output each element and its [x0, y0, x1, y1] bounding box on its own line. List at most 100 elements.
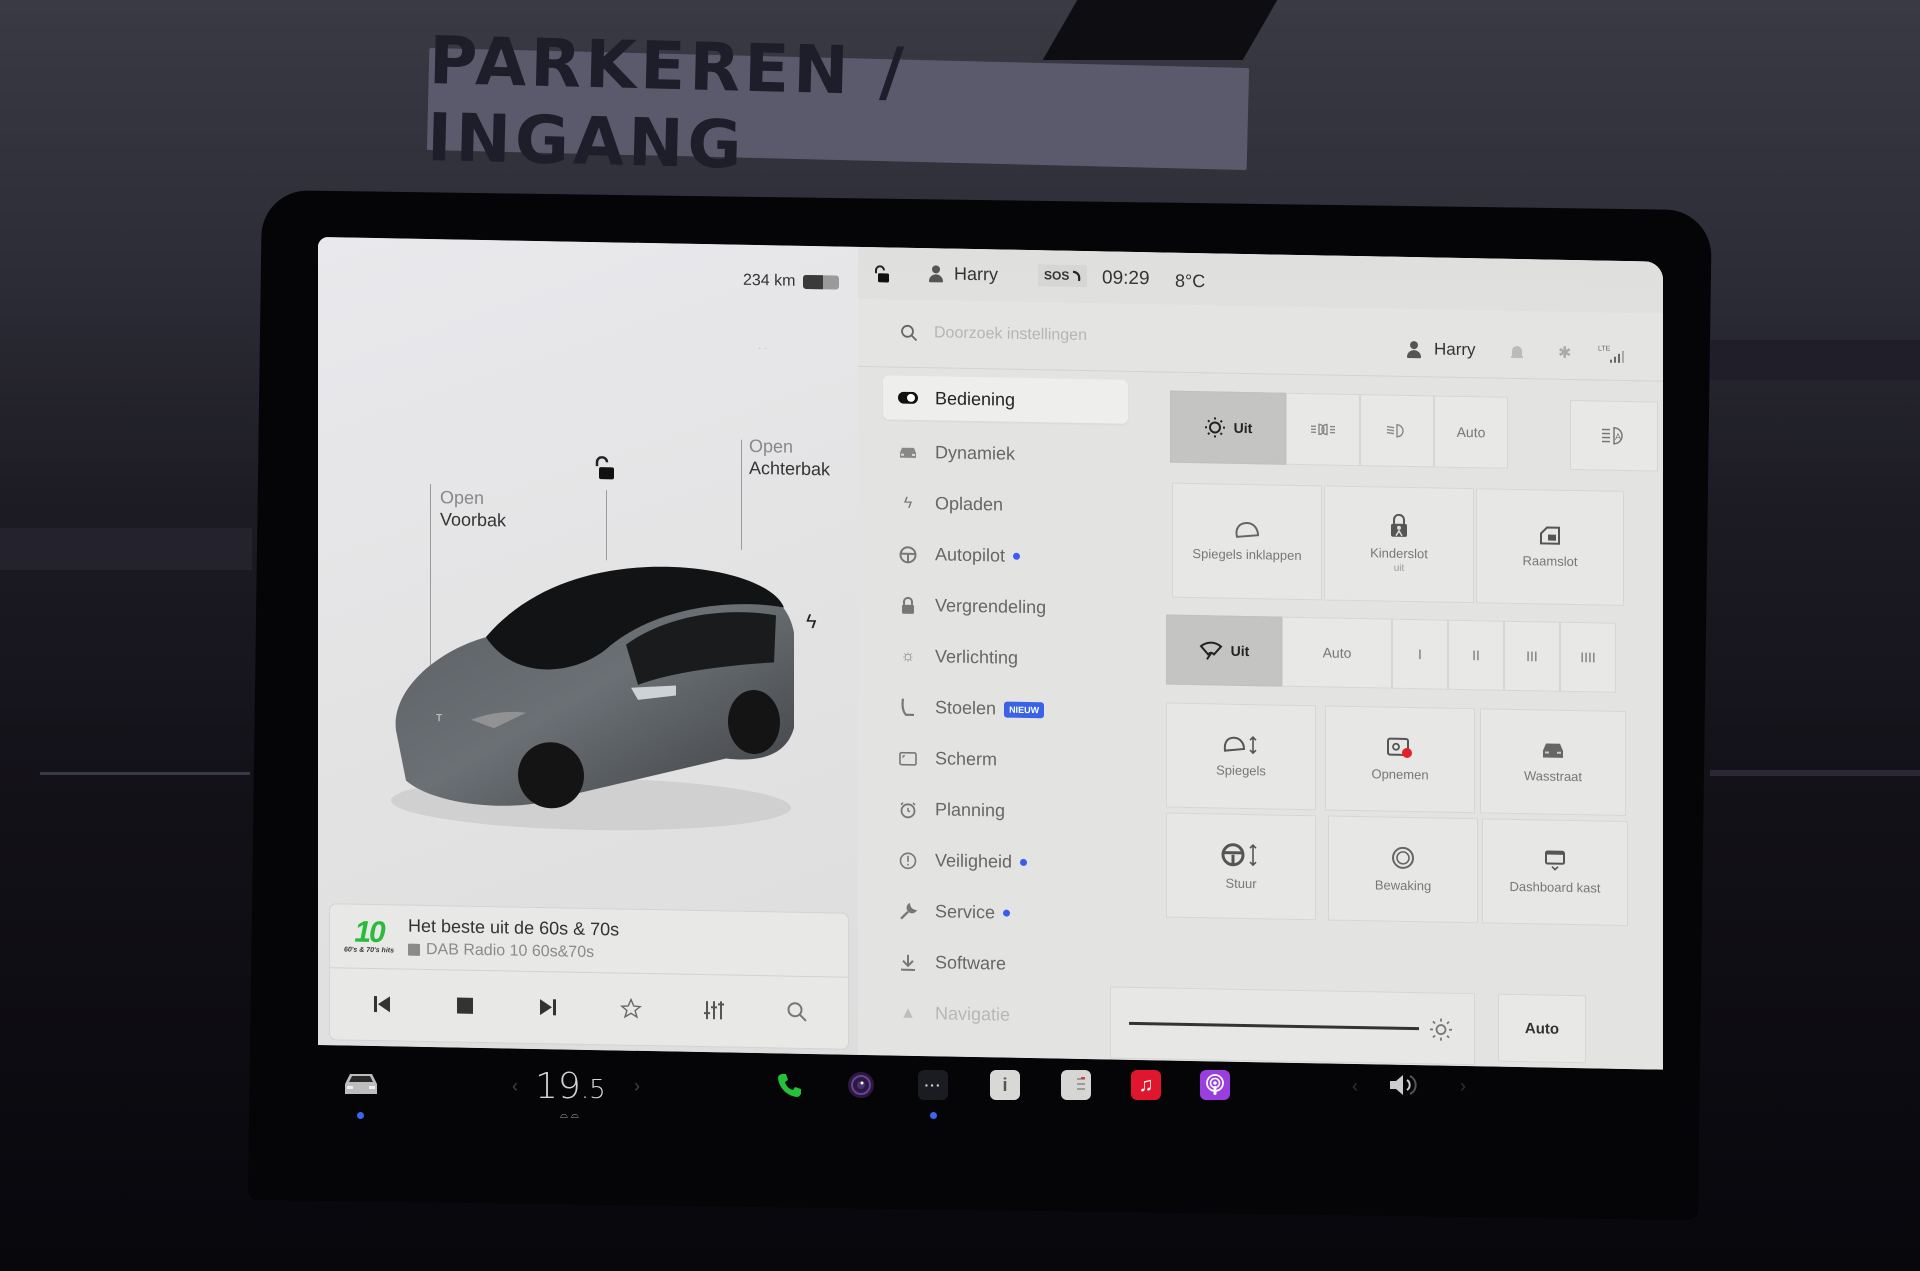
- menu-item-stoelen[interactable]: Stoelen NIEUW: [883, 681, 1128, 736]
- parking-lights-option[interactable]: [1286, 392, 1360, 467]
- podcasts-app-button[interactable]: [1200, 1070, 1230, 1100]
- car-front-icon: [897, 441, 919, 463]
- dashcam-record-button[interactable]: Opnemen: [1325, 705, 1475, 814]
- sentry-mode-button[interactable]: Bewaking: [1328, 815, 1478, 924]
- active-indicator-dot: [357, 1112, 364, 1119]
- menu-item-software[interactable]: Software: [883, 936, 1128, 991]
- wipers-off-label: Uit: [1230, 642, 1250, 660]
- temp-up-button[interactable]: ›: [634, 1076, 640, 1097]
- previous-button[interactable]: [362, 984, 402, 1025]
- menu-item-service[interactable]: Service: [883, 885, 1128, 940]
- window-lock-button[interactable]: Raamslot: [1476, 488, 1624, 606]
- sos-button[interactable]: SOS: [1038, 264, 1088, 288]
- open-frunk-button[interactable]: Open Voorbak: [440, 486, 506, 531]
- clock: 09:29: [1102, 267, 1150, 290]
- speaker-icon: [1390, 1075, 1417, 1095]
- radio-icon: [408, 943, 420, 956]
- parking-sign: PARKEREN / INGANG: [426, 22, 1250, 184]
- wipers-auto-option[interactable]: Auto: [1282, 616, 1392, 689]
- temp-down-button[interactable]: ‹: [512, 1076, 518, 1097]
- camera-icon: [848, 1072, 874, 1098]
- charge-port-icon[interactable]: ϟ: [806, 611, 817, 634]
- notification-bell-icon[interactable]: [1510, 344, 1524, 360]
- next-button[interactable]: [528, 987, 568, 1028]
- equalizer-button[interactable]: [694, 990, 734, 1031]
- search-icon: [787, 1002, 807, 1022]
- driver-profile[interactable]: Harry: [928, 263, 998, 285]
- menu-item-label: Scherm: [935, 748, 998, 770]
- notification-dot: [1003, 909, 1011, 917]
- vehicle-3d-image[interactable]: T: [376, 540, 796, 838]
- menu-item-label: Verlichting: [935, 646, 1019, 668]
- wall-stripe: [1710, 770, 1920, 776]
- open-trunk-button[interactable]: Open Achterbak: [749, 435, 830, 480]
- phone-app-button[interactable]: [775, 1070, 805, 1100]
- menu-item-veiligheid[interactable]: Veiligheid: [883, 834, 1128, 889]
- car-view-pane: 234 km · · Open Voorbak Open Achterbak ϟ: [318, 237, 858, 1055]
- defrost-icons[interactable]: ⌓⌓: [560, 1110, 582, 1121]
- glovebox-button[interactable]: Dashboard kast: [1482, 818, 1628, 927]
- menu-item-opladen[interactable]: ϟ Opladen: [883, 477, 1128, 532]
- stop-icon: [456, 997, 473, 1014]
- person-icon: [928, 265, 944, 282]
- settings-search-input[interactable]: [934, 320, 1294, 353]
- more-apps-button[interactable]: ···: [918, 1070, 948, 1100]
- bluetooth-icon[interactable]: ✱: [1558, 343, 1571, 363]
- stop-button[interactable]: [445, 985, 485, 1026]
- music-app-button[interactable]: ♫: [1131, 1070, 1161, 1100]
- car-wash-button[interactable]: Wasstraat: [1480, 708, 1626, 816]
- child-lock-button[interactable]: Kinderslot uit: [1324, 485, 1474, 604]
- menu-item-bediening[interactable]: Bediening: [883, 375, 1128, 424]
- child-lock-label: Kinderslot: [1370, 544, 1428, 561]
- media-search-button[interactable]: [777, 991, 817, 1032]
- media-now-playing[interactable]: 10 60's & 70's hits Het beste uit de 60s…: [330, 904, 848, 978]
- notification-dot: [1020, 858, 1028, 866]
- lock-status-icon[interactable]: [873, 265, 891, 283]
- menu-item-verlichting[interactable]: ☼ Verlichting: [883, 630, 1128, 685]
- wipers-speed-4[interactable]: IIII: [1560, 621, 1616, 693]
- wipers-speed-2[interactable]: II: [1448, 619, 1504, 691]
- display-icon: [897, 747, 919, 769]
- auto-high-beam-button[interactable]: A: [1570, 399, 1658, 472]
- wall-stripe: [0, 528, 252, 570]
- phone-icon: [778, 1074, 801, 1097]
- favorite-button[interactable]: [611, 988, 651, 1029]
- media-source: DAB Radio 10 60s&70s: [408, 941, 619, 963]
- menu-item-navigatie[interactable]: ▲ Navigatie: [883, 987, 1128, 1042]
- volume-down-button[interactable]: ‹: [1352, 1076, 1358, 1097]
- steering-adjust-button[interactable]: Stuur: [1166, 812, 1316, 921]
- low-beam-option[interactable]: [1360, 394, 1434, 468]
- brightness-track[interactable]: [1129, 1021, 1419, 1031]
- car-controls-button[interactable]: [342, 1070, 380, 1098]
- menu-item-scherm[interactable]: Scherm: [883, 732, 1128, 787]
- menu-item-planning[interactable]: Planning: [883, 783, 1128, 838]
- glovebox-label: Dashboard kast: [1509, 878, 1601, 896]
- wipers-off-option[interactable]: Uit: [1166, 614, 1282, 687]
- wipers-speed-3[interactable]: III: [1504, 620, 1560, 692]
- sos-call-icon: [1073, 270, 1081, 282]
- menu-item-autopilot[interactable]: Autopilot: [883, 528, 1128, 583]
- menu-item-vergrendeling[interactable]: Vergrendeling: [883, 579, 1128, 634]
- battery-fill: [803, 274, 824, 290]
- wrench-icon: [897, 900, 919, 922]
- trunk-action: Open: [749, 435, 794, 457]
- podcast-icon: [1206, 1074, 1224, 1095]
- lights-off-option[interactable]: Uit: [1170, 390, 1286, 465]
- unlock-icon[interactable]: [593, 456, 617, 482]
- window-lock-icon: [1540, 526, 1560, 545]
- camera-app-button[interactable]: [846, 1070, 876, 1100]
- mirrors-adjust-button[interactable]: Spiegels: [1166, 702, 1316, 811]
- lights-auto-option[interactable]: Auto: [1434, 395, 1508, 469]
- volume-up-button[interactable]: ›: [1460, 1076, 1466, 1097]
- cabin-temperature[interactable]: 19.5: [535, 1066, 606, 1107]
- fold-mirrors-button[interactable]: Spiegels inklappen: [1172, 482, 1322, 601]
- wiper-icon: [1199, 641, 1223, 660]
- menu-item-label: Service: [935, 901, 996, 923]
- release-notes-app-button[interactable]: [1061, 1070, 1091, 1100]
- manual-app-button[interactable]: i: [990, 1070, 1020, 1100]
- volume-button[interactable]: [1388, 1072, 1418, 1098]
- car-wash-icon: [1543, 743, 1563, 758]
- wipers-speed-1[interactable]: I: [1392, 618, 1448, 690]
- menu-item-dynamiek[interactable]: Dynamiek: [883, 426, 1128, 481]
- header-profile-button[interactable]: Harry: [1406, 339, 1476, 360]
